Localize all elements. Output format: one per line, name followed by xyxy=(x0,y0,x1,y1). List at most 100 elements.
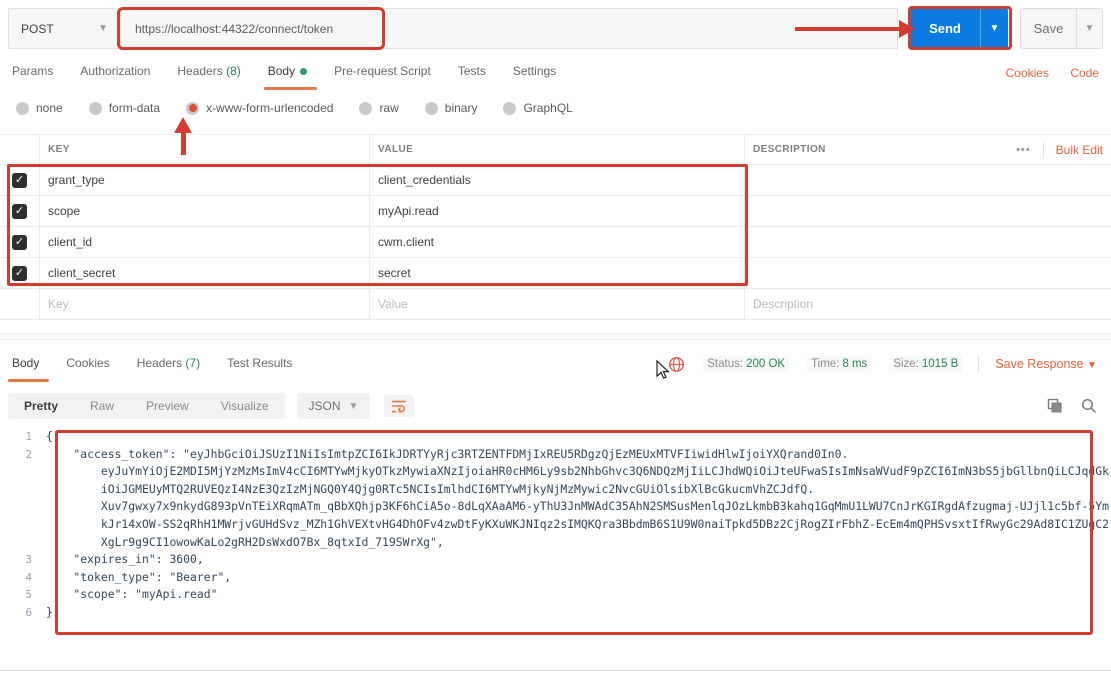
code-line: 2 "access_token": "eyJhbGciOiJSUzI1NiIsI… xyxy=(0,446,1111,464)
response-tab-headers[interactable]: Headers (7) xyxy=(137,356,200,380)
view-tab-preview[interactable]: Preview xyxy=(130,393,205,419)
tab-settings[interactable]: Settings xyxy=(513,64,556,88)
table-row[interactable]: ✓ grant_type client_credentials xyxy=(0,165,1111,196)
save-button-group: Save ▼ xyxy=(1020,8,1103,49)
description-cell[interactable] xyxy=(745,258,1111,288)
save-response-button[interactable]: Save Response ▼ xyxy=(995,357,1097,371)
tab-label: Tests xyxy=(458,64,486,78)
params-empty-row[interactable]: Key Value Description xyxy=(0,289,1111,320)
view-segmented-control: PrettyRawPreviewVisualize xyxy=(8,393,285,419)
radio-selected-icon[interactable] xyxy=(186,102,199,115)
chevron-down-icon: ▼ xyxy=(1085,23,1095,34)
code-text: "expires_in": 3600, xyxy=(46,551,204,569)
tab-body[interactable]: Body xyxy=(268,64,307,88)
key-cell[interactable]: grant_type xyxy=(40,165,370,195)
panel-divider[interactable] xyxy=(0,333,1111,340)
body-mode-x-www-form-urlencoded[interactable]: x-www-form-urlencoded xyxy=(186,101,333,115)
radio-icon[interactable] xyxy=(16,102,29,115)
search-icon[interactable] xyxy=(1081,398,1097,414)
response-body-code[interactable]: 1{2 "access_token": "eyJhbGciOiJSUzI1NiI… xyxy=(0,428,1111,654)
tab-authorization[interactable]: Authorization xyxy=(80,64,150,88)
body-mode-raw[interactable]: raw xyxy=(359,101,398,115)
value-cell[interactable]: secret xyxy=(370,258,745,288)
checkbox-checked-icon[interactable]: ✓ xyxy=(12,266,27,281)
view-tab-visualize[interactable]: Visualize xyxy=(205,393,285,419)
chevron-down-icon: ▼ xyxy=(98,23,108,34)
value-cell[interactable]: myApi.read xyxy=(370,196,745,226)
copy-icon[interactable] xyxy=(1047,398,1063,414)
table-row[interactable]: ✓ client_idcwm.client xyxy=(0,227,1111,258)
response-tab-body[interactable]: Body xyxy=(12,356,39,380)
tab-pre-request-script[interactable]: Pre-request Script xyxy=(334,64,431,88)
tab-headers[interactable]: Headers (8) xyxy=(177,64,240,88)
format-dropdown[interactable]: JSON ▼ xyxy=(297,393,371,419)
value-cell[interactable]: cwm.client xyxy=(370,227,745,257)
divider xyxy=(1043,142,1044,158)
radio-icon[interactable] xyxy=(359,102,372,115)
body-mode-form-data[interactable]: form-data xyxy=(89,101,160,115)
send-options-button[interactable]: ▼ xyxy=(980,8,1008,49)
value-value: client_credentials xyxy=(378,173,471,187)
body-mode-binary[interactable]: binary xyxy=(425,101,478,115)
response-tab-test-results[interactable]: Test Results xyxy=(227,356,292,380)
body-mode-none[interactable]: none xyxy=(16,101,63,115)
divider xyxy=(978,355,979,373)
view-tab-pretty[interactable]: Pretty xyxy=(8,393,74,419)
key-cell[interactable]: client_id xyxy=(40,227,370,257)
tab-count: (8) xyxy=(223,64,241,78)
view-bar-right-icons xyxy=(1047,398,1103,414)
response-view-bar: PrettyRawPreviewVisualize JSON ▼ xyxy=(8,392,1103,420)
key-cell[interactable]: client_secret xyxy=(40,258,370,288)
description-cell[interactable] xyxy=(745,227,1111,257)
code-text: { xyxy=(46,428,53,446)
radio-icon[interactable] xyxy=(425,102,438,115)
bulk-edit-link[interactable]: Bulk Edit xyxy=(1056,143,1103,157)
modified-dot-icon xyxy=(300,68,307,75)
key-value: scope xyxy=(48,204,80,218)
tab-label: Body xyxy=(268,64,295,78)
url-input[interactable] xyxy=(120,8,898,49)
table-row[interactable]: ✓ scope myApi.read xyxy=(0,196,1111,227)
method-dropdown[interactable]: POST ▼ xyxy=(8,8,120,49)
tab-label: Pre-request Script xyxy=(334,64,431,78)
code-text: "scope": "myApi.read" xyxy=(46,586,217,604)
save-options-button[interactable]: ▼ xyxy=(1076,9,1102,48)
description-cell[interactable] xyxy=(745,196,1111,226)
code-line: eyJuYmYiOjE2MDI5MjYzMzMsImV4cCI6MTYwMjky… xyxy=(0,463,1111,481)
line-number: 6 xyxy=(0,604,46,622)
size-badge: Size:1015 B xyxy=(889,356,962,372)
header-checkbox-cell xyxy=(0,135,40,164)
radio-icon[interactable] xyxy=(89,102,102,115)
table-row[interactable]: ✓ client_secretsecret xyxy=(0,258,1111,289)
tab-params[interactable]: Params xyxy=(12,64,53,88)
checkbox-checked-icon[interactable]: ✓ xyxy=(12,235,27,250)
code-line: 1{ xyxy=(0,428,1111,446)
key-cell[interactable]: scope xyxy=(40,196,370,226)
send-button[interactable]: Send xyxy=(910,8,980,49)
radio-icon[interactable] xyxy=(503,102,516,115)
value-column-header: VALUE xyxy=(370,135,745,164)
code-line: 4 "token_type": "Bearer", xyxy=(0,569,1111,587)
line-number xyxy=(0,498,46,516)
save-button[interactable]: Save xyxy=(1021,9,1076,48)
cookies-link[interactable]: Cookies xyxy=(1006,66,1049,80)
checkbox-checked-icon[interactable]: ✓ xyxy=(12,204,27,219)
response-tab-cookies[interactable]: Cookies xyxy=(66,356,109,380)
checkbox-checked-icon[interactable]: ✓ xyxy=(12,173,27,188)
view-tab-raw[interactable]: Raw xyxy=(74,393,130,419)
value-cell[interactable]: client_credentials xyxy=(370,165,745,195)
body-mode-graphql[interactable]: GraphQL xyxy=(503,101,572,115)
description-cell[interactable] xyxy=(745,165,1111,195)
row-checkbox-cell: ✓ xyxy=(0,258,40,288)
postman-window: POST ▼ Send ▼ Save ▼ Params Authorization… xyxy=(0,0,1111,676)
response-tabs: Body Cookies Headers (7) Test Results xyxy=(12,352,319,384)
tab-tests[interactable]: Tests xyxy=(458,64,486,88)
code-line: XgLr9g9CI1owowKaLo2gRH2DsWxdO7Bx_8qtxId_… xyxy=(0,534,1111,552)
row-checkbox-cell: ✓ xyxy=(0,165,40,195)
window-bottom-border xyxy=(0,670,1111,671)
more-options-icon[interactable]: ••• xyxy=(1016,144,1031,156)
wrap-text-icon[interactable] xyxy=(384,395,414,417)
annotation-radio-arrowhead xyxy=(174,117,192,133)
body-mode-label: x-www-form-urlencoded xyxy=(206,101,333,115)
code-link[interactable]: Code xyxy=(1070,66,1099,80)
